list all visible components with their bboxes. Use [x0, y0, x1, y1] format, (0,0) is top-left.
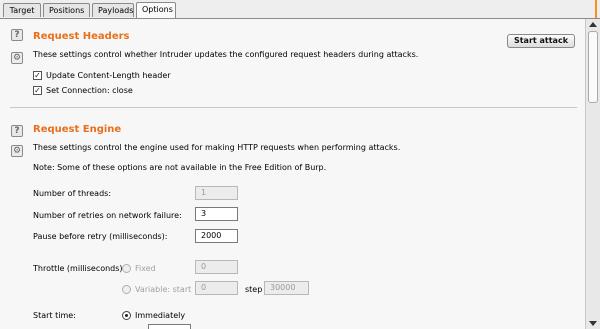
- checkbox-label: Update Content-Length header: [46, 71, 171, 80]
- throttle-fixed-input[interactable]: 0: [195, 260, 238, 274]
- scroll-up-icon[interactable]: [589, 22, 597, 27]
- section-description: These settings control whether Intruder …: [33, 50, 419, 59]
- help-icon[interactable]: ?: [11, 125, 23, 137]
- gear-icon[interactable]: ⚙: [11, 52, 23, 64]
- options-panel: ? ⚙ Request Headers These settings contr…: [0, 19, 585, 329]
- throttle-step-input[interactable]: 30000: [264, 281, 309, 295]
- tab-positions[interactable]: Positions: [43, 3, 90, 17]
- scroll-thumb[interactable]: [588, 31, 598, 103]
- update-content-length-checkbox[interactable]: ✓: [33, 71, 42, 80]
- section-title-request-headers: Request Headers: [33, 31, 130, 42]
- pause-label: Pause before retry (milliseconds):: [33, 232, 168, 241]
- tab-bar: Target Positions Payloads Options: [0, 0, 600, 19]
- start-time-immediately-radio[interactable]: [122, 311, 131, 320]
- section-note: Note: Some of these options are not avai…: [33, 163, 327, 172]
- throttle-fixed-radio[interactable]: [122, 264, 131, 273]
- scroll-down-icon[interactable]: [589, 321, 597, 326]
- section-divider: [10, 107, 577, 108]
- threads-label: Number of threads:: [33, 189, 112, 198]
- start-time-immediately-label: Immediately: [135, 311, 186, 320]
- tab-target[interactable]: Target: [3, 3, 41, 17]
- section-title-request-engine: Request Engine: [33, 124, 122, 135]
- threads-input[interactable]: 1: [195, 186, 238, 200]
- throttle-label: Throttle (milliseconds):: [33, 264, 126, 273]
- start-attack-button[interactable]: Start attack: [507, 34, 575, 48]
- vertical-scrollbar[interactable]: [585, 19, 600, 329]
- pause-input[interactable]: 2000: [195, 229, 238, 243]
- retries-label: Number of retries on network failure:: [33, 211, 182, 220]
- throttle-step-label: step: [245, 285, 263, 294]
- set-connection-close-checkbox[interactable]: ✓: [33, 86, 42, 95]
- checkbox-label: Set Connection: close: [46, 86, 133, 95]
- help-icon[interactable]: ?: [11, 29, 23, 41]
- tab-options[interactable]: Options: [136, 2, 176, 18]
- tab-payloads[interactable]: Payloads: [92, 3, 134, 17]
- throttle-variable-radio[interactable]: [122, 285, 131, 294]
- throttle-variable-label: Variable: start: [135, 285, 192, 294]
- start-time-label: Start time:: [33, 311, 76, 320]
- gear-icon[interactable]: ⚙: [11, 145, 23, 157]
- throttle-fixed-label: Fixed: [135, 264, 156, 273]
- section-description: These settings control the engine used f…: [33, 143, 401, 152]
- start-time-input-partial[interactable]: [148, 324, 191, 329]
- retries-input[interactable]: 3: [195, 207, 238, 221]
- throttle-variable-start-input[interactable]: 0: [195, 281, 238, 295]
- tab-indicator: [595, 0, 597, 18]
